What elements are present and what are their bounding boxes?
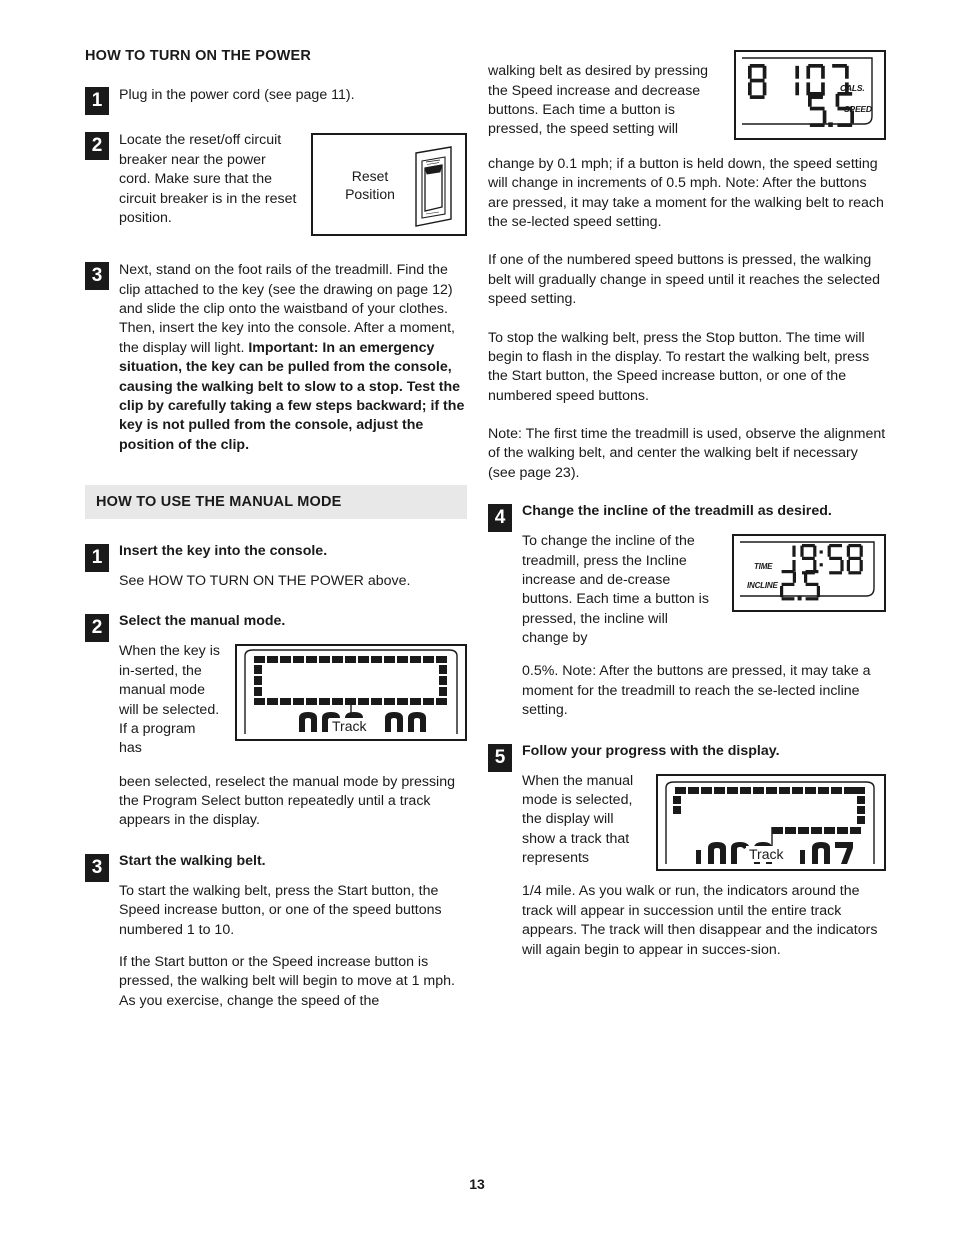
right-column: CALS. SPEED walking belt as desired by p…: [488, 48, 886, 977]
step-manual-1-body: See HOW TO TURN ON THE POWER above.: [119, 573, 411, 589]
step-manual-2-body-rest: been selected, reselect the manual mode …: [119, 773, 455, 829]
page-number: 13: [469, 1176, 485, 1192]
section-heading-power: HOW TO TURN ON THE POWER: [85, 48, 312, 64]
step-power-3: 3 Next, stand on the foot rails of the t…: [85, 261, 467, 455]
step-4-title: Change the incline of the treadmill as d…: [522, 503, 832, 520]
step-manual-1: 1 Insert the key into the console. See H…: [85, 543, 467, 591]
step-manual-2-title: Select the manual mode.: [119, 613, 286, 630]
figure-time-incline-display: TIME INCLINE: [732, 534, 886, 613]
lcd-cals-speed-icon: [742, 57, 873, 127]
step-manual-3-title: Start the walking belt.: [119, 852, 266, 869]
reset-label-line2: Position: [345, 185, 395, 202]
step-incline-4: 4 Change the incline of the treadmill as…: [488, 503, 886, 720]
right-para-stop-belt: To stop the walking belt, press the Stop…: [488, 329, 870, 404]
step-badge-5: 5: [488, 743, 512, 772]
figure-track-display-partial: Track: [656, 773, 886, 871]
step-manual-2: 2 Select the manual mode. Track When the…: [85, 613, 467, 830]
right-para-numbered-speed: If one of the numbered speed buttons is …: [488, 252, 880, 308]
right-para-note-alignment: Note: The first time the treadmill is us…: [488, 426, 886, 481]
step-badge-1: 1: [85, 87, 109, 115]
lcd-time-incline-icon: [740, 541, 875, 601]
left-column: HOW TO TURN ON THE POWER 1 Plug in the p…: [85, 48, 467, 1028]
step-5-title: Follow your progress with the display.: [522, 742, 780, 759]
figure-reset-position: Reset Position: [311, 133, 467, 237]
cals-unit-label: CALS.: [840, 83, 865, 93]
step-manual-3-body-1: To start the walking belt, press the Sta…: [119, 882, 442, 938]
section-heading-manual-mode: HOW TO USE THE MANUAL MODE: [85, 485, 467, 519]
step-badge-3: 3: [85, 262, 109, 291]
track-caption-label-2: Track: [746, 845, 787, 862]
figure-track-display-full: Track: [235, 644, 467, 742]
step-3-bold: Important: In an emergency situation, th…: [119, 339, 465, 453]
reset-position-label: Reset Position: [327, 168, 413, 203]
manual-page: HOW TO TURN ON THE POWER 1 Plug in the p…: [0, 0, 954, 1235]
reset-label-line1: Reset: [351, 168, 389, 185]
step-badge-manual-1: 1: [85, 544, 109, 572]
step-badge-manual-2: 2: [85, 614, 109, 643]
incline-label: INCLINE: [747, 581, 778, 591]
step-power-1: 1 Plug in the power cord (see page 11).: [85, 86, 467, 115]
figure-cals-speed-display: CALS. SPEED: [734, 50, 886, 140]
step-badge-manual-3: 3: [85, 853, 109, 882]
track-caption-label: Track: [329, 718, 370, 735]
step-power-2: 2 Reset Position Locate the reset/off ci…: [85, 131, 467, 241]
step-progress-5: 5 Follow your progress with the display.: [488, 743, 886, 960]
step-5-body-rest: 1/4 mile. As you walk or run, the indica…: [522, 883, 878, 958]
time-label: TIME: [754, 562, 773, 572]
step-text-3: Next, stand on the foot rails of the tre…: [119, 261, 467, 455]
step-badge-4: 4: [488, 504, 512, 533]
step-manual-1-title: Insert the key into the console.: [119, 543, 328, 559]
right-para-speed-rest: change by 0.1 mph; if a button is held d…: [488, 155, 884, 230]
step-badge-2: 2: [85, 132, 109, 161]
step-manual-3: 3 Start the walking belt. To start the w…: [85, 853, 467, 1011]
step-4-body-rest: 0.5%. Note: After the buttons are presse…: [522, 663, 871, 719]
step-manual-3-body-2: If the Start button or the Speed increas…: [119, 953, 455, 1009]
step-text-1: Plug in the power cord (see page 11).: [119, 87, 355, 103]
speed-unit-label: SPEED: [844, 104, 872, 114]
